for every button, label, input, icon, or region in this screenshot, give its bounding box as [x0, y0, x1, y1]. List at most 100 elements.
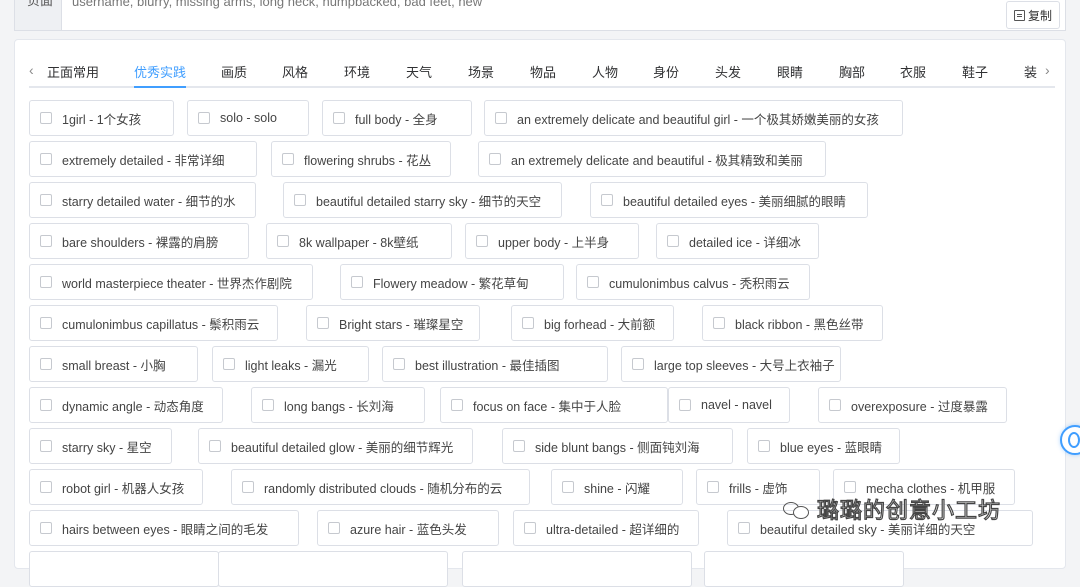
- tab-identity[interactable]: 身份: [653, 62, 679, 81]
- tag-checkbox[interactable]: [351, 276, 363, 288]
- tag-checkbox[interactable]: [40, 112, 52, 124]
- tag-checkbox[interactable]: [317, 317, 329, 329]
- tag-chip[interactable]: extremely detailed - 非常详细: [29, 141, 257, 177]
- tag-checkbox[interactable]: [40, 358, 52, 370]
- tag-chip[interactable]: flowering shrubs - 花丛: [271, 141, 451, 177]
- tag-chip[interactable]: large top sleeves - 大号上衣袖子: [621, 346, 841, 382]
- tag-checkbox[interactable]: [758, 440, 770, 452]
- tag-chip[interactable]: light leaks - 漏光: [212, 346, 369, 382]
- tag-checkbox[interactable]: [198, 112, 210, 124]
- tag-chip[interactable]: side blunt bangs - 侧面钝刘海: [502, 428, 733, 464]
- negative-prompt-input[interactable]: username, blurry, missing arms, long nec…: [62, 0, 1066, 31]
- tag-chip[interactable]: robot girl - 机器人女孩: [29, 469, 203, 505]
- tag-checkbox[interactable]: [40, 235, 52, 247]
- tag-checkbox[interactable]: [707, 481, 719, 493]
- tag-chip[interactable]: 1girl - 1个女孩: [29, 100, 174, 136]
- tag-checkbox[interactable]: [476, 235, 488, 247]
- tag-chip[interactable]: long bangs - 长刘海: [251, 387, 425, 423]
- tab-items[interactable]: 物品: [530, 62, 556, 81]
- tag-checkbox[interactable]: [40, 317, 52, 329]
- tag-chip[interactable]: solo - solo: [187, 100, 309, 136]
- tab-best-practice[interactable]: 优秀实践: [134, 62, 186, 81]
- tag-checkbox[interactable]: [40, 153, 52, 165]
- tab-style[interactable]: 风格: [282, 62, 308, 81]
- tag-checkbox[interactable]: [495, 112, 507, 124]
- tab-common[interactable]: 正面常用: [47, 62, 99, 81]
- tag-chip[interactable]: world masterpiece theater - 世界杰作剧院: [29, 264, 313, 300]
- tag-checkbox[interactable]: [40, 276, 52, 288]
- tag-checkbox[interactable]: [713, 317, 725, 329]
- tab-environment[interactable]: 环境: [344, 62, 370, 81]
- tag-chip[interactable]: Bright stars - 璀璨星空: [306, 305, 480, 341]
- tag-checkbox[interactable]: [522, 317, 534, 329]
- tag-checkbox[interactable]: [844, 481, 856, 493]
- tag-chip[interactable]: big forhead - 大前额: [511, 305, 674, 341]
- tag-checkbox[interactable]: [587, 276, 599, 288]
- tag-chip[interactable]: [29, 551, 219, 587]
- tag-checkbox[interactable]: [513, 440, 525, 452]
- tab-clothes[interactable]: 衣服: [900, 62, 926, 81]
- tag-chip[interactable]: upper body - 上半身: [465, 223, 639, 259]
- tag-checkbox[interactable]: [262, 399, 274, 411]
- tab-hair[interactable]: 头发: [715, 62, 741, 81]
- tag-chip[interactable]: cumulonimbus capillatus - 鬃积雨云: [29, 305, 278, 341]
- tag-chip[interactable]: starry sky - 星空: [29, 428, 172, 464]
- tag-chip[interactable]: focus on face - 集中于人脸: [440, 387, 668, 423]
- tab-shoes[interactable]: 鞋子: [962, 62, 988, 81]
- tag-checkbox[interactable]: [829, 399, 841, 411]
- tag-chip[interactable]: detailed ice - 详细冰: [656, 223, 819, 259]
- tag-checkbox[interactable]: [333, 112, 345, 124]
- tag-chip[interactable]: overexposure - 过度暴露: [818, 387, 1007, 423]
- tag-chip[interactable]: full body - 全身: [322, 100, 472, 136]
- tag-checkbox[interactable]: [40, 399, 52, 411]
- tab-eyes[interactable]: 眼睛: [777, 62, 803, 81]
- tabs-next-icon[interactable]: ›: [1045, 62, 1050, 78]
- tag-chip[interactable]: best illustration - 最佳插图: [382, 346, 608, 382]
- tag-checkbox[interactable]: [601, 194, 613, 206]
- tag-chip[interactable]: cumulonimbus calvus - 秃积雨云: [576, 264, 810, 300]
- tag-checkbox[interactable]: [451, 399, 463, 411]
- tag-checkbox[interactable]: [679, 399, 691, 411]
- tag-checkbox[interactable]: [40, 440, 52, 452]
- tag-checkbox[interactable]: [40, 194, 52, 206]
- tag-chip[interactable]: blue eyes - 蓝眼睛: [747, 428, 900, 464]
- tag-checkbox[interactable]: [489, 153, 501, 165]
- tag-checkbox[interactable]: [562, 481, 574, 493]
- tag-chip[interactable]: beautiful detailed eyes - 美丽细腻的眼睛: [590, 182, 868, 218]
- tag-chip[interactable]: [462, 551, 692, 587]
- tag-checkbox[interactable]: [393, 358, 405, 370]
- tag-chip[interactable]: shine - 闪耀: [551, 469, 683, 505]
- tag-checkbox[interactable]: [282, 153, 294, 165]
- tag-checkbox[interactable]: [328, 522, 340, 534]
- tag-chip[interactable]: an extremely delicate and beautiful - 极其…: [478, 141, 826, 177]
- tag-chip[interactable]: navel - navel: [668, 387, 790, 423]
- tag-checkbox[interactable]: [277, 235, 289, 247]
- tag-checkbox[interactable]: [524, 522, 536, 534]
- copy-button[interactable]: 复制: [1006, 1, 1060, 29]
- tag-chip[interactable]: black ribbon - 黑色丝带: [702, 305, 883, 341]
- tag-checkbox[interactable]: [40, 481, 52, 493]
- tag-chip[interactable]: ultra-detailed - 超详细的: [513, 510, 699, 546]
- tag-chip[interactable]: [704, 551, 904, 587]
- tag-chip[interactable]: dynamic angle - 动态角度: [29, 387, 223, 423]
- tag-checkbox[interactable]: [223, 358, 235, 370]
- tag-checkbox[interactable]: [40, 522, 52, 534]
- tag-checkbox[interactable]: [209, 440, 221, 452]
- tab-scene[interactable]: 场景: [468, 62, 494, 81]
- tag-chip[interactable]: an extremely delicate and beautiful girl…: [484, 100, 903, 136]
- tab-more[interactable]: 装: [1024, 62, 1040, 81]
- tag-checkbox[interactable]: [242, 481, 254, 493]
- tabs-prev-icon[interactable]: ‹: [29, 62, 34, 78]
- tag-chip[interactable]: bare shoulders - 裸露的肩膀: [29, 223, 249, 259]
- tag-checkbox[interactable]: [294, 194, 306, 206]
- tag-checkbox[interactable]: [632, 358, 644, 370]
- tag-chip[interactable]: [218, 551, 448, 587]
- tag-chip[interactable]: 8k wallpaper - 8k壁纸: [266, 223, 452, 259]
- tag-chip[interactable]: Flowery meadow - 繁花草甸: [340, 264, 564, 300]
- tab-character[interactable]: 人物: [592, 62, 618, 81]
- tab-chest[interactable]: 胸部: [839, 62, 865, 81]
- tag-chip[interactable]: beautiful detailed glow - 美丽的细节辉光: [198, 428, 473, 464]
- tab-quality[interactable]: 画质: [221, 62, 247, 81]
- tag-chip[interactable]: small breast - 小胸: [29, 346, 198, 382]
- tag-chip[interactable]: hairs between eyes - 眼睛之间的毛发: [29, 510, 299, 546]
